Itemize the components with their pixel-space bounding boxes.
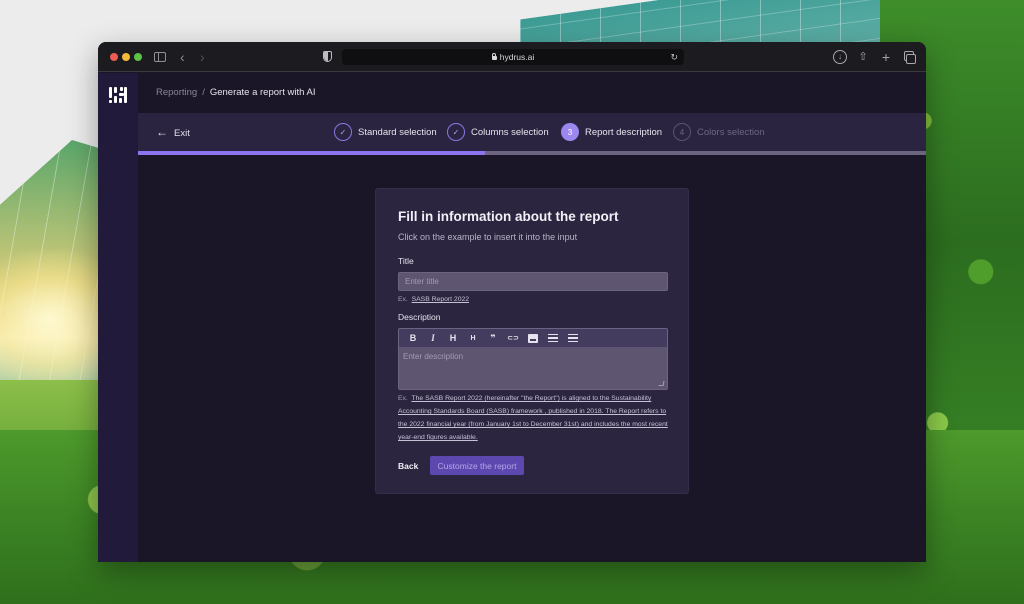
step-report-description[interactable]: 3 Report description <box>561 122 662 142</box>
title-input[interactable] <box>398 272 668 291</box>
check-icon: ✓ <box>447 123 465 141</box>
heading-large-icon[interactable]: H <box>443 330 463 346</box>
description-input[interactable] <box>399 347 667 389</box>
title-label: Title <box>398 256 414 266</box>
lock-icon <box>491 53 497 60</box>
app-sidebar <box>98 73 138 562</box>
step-columns-selection[interactable]: ✓ Columns selection <box>447 122 549 142</box>
app-root: Reporting / Generate a report with AI ← Exi… <box>98 73 926 562</box>
description-example-link[interactable]: The SASB Report 2022 (hereinafter "the R… <box>398 395 668 441</box>
card-title: Fill in information about the report <box>398 209 619 224</box>
breadcrumb: Reporting / Generate a report with AI <box>156 73 315 113</box>
step-number-badge: 3 <box>561 123 579 141</box>
share-icon[interactable]: ⇧ <box>856 50 870 64</box>
reload-icon[interactable]: ↻ <box>670 49 678 65</box>
exit-label: Exit <box>174 128 190 139</box>
browser-window: ‹ › hydrus.ai ↻ ↓ ⇧ + Reporting / Genera… <box>98 42 926 562</box>
title-example-link[interactable]: SASB Report 2022 <box>412 296 469 303</box>
arrow-left-icon: ← <box>156 125 168 139</box>
description-editor: B I H H ❞ ⊂⊃ <box>398 328 668 390</box>
image-icon[interactable] <box>523 330 543 346</box>
breadcrumb-reporting-link[interactable]: Reporting <box>156 87 197 98</box>
step-number-badge: 4 <box>673 123 691 141</box>
numbered-list-icon[interactable] <box>563 330 583 346</box>
chevron-right-icon[interactable]: › <box>200 42 205 72</box>
step-colors-selection[interactable]: 4 Colors selection <box>673 122 765 142</box>
description-label: Description <box>398 312 441 322</box>
close-window-button[interactable] <box>110 53 118 61</box>
address-bar-text: hydrus.ai <box>342 49 684 65</box>
url-value: hydrus.ai <box>499 52 535 62</box>
wizard-stepper: ← Exit ✓ Standard selection ✓ Columns sel… <box>138 113 926 151</box>
description-example: Ex. The SASB Report 2022 (hereinafter "t… <box>398 392 670 444</box>
plus-icon[interactable]: + <box>879 50 893 64</box>
title-example: Ex. SASB Report 2022 <box>398 293 469 306</box>
app-header: Reporting / Generate a report with AI <box>138 73 926 113</box>
resize-handle-icon[interactable] <box>658 381 665 386</box>
sidebar-toggle-icon[interactable] <box>154 52 166 62</box>
italic-icon[interactable]: I <box>423 330 443 346</box>
customize-report-button[interactable]: Customize the report <box>430 456 524 475</box>
step-label: Report description <box>585 126 663 138</box>
example-prefix: Ex. <box>398 296 408 303</box>
example-prefix: Ex. <box>398 395 408 402</box>
maximize-window-button[interactable] <box>134 53 142 61</box>
bold-icon[interactable]: B <box>403 330 423 346</box>
step-label: Colors selection <box>697 126 765 138</box>
browser-toolbar: ‹ › hydrus.ai ↻ ↓ ⇧ + <box>98 42 926 72</box>
shield-icon[interactable] <box>323 51 332 62</box>
link-icon[interactable]: ⊂⊃ <box>503 330 523 346</box>
wizard-progress-bar <box>138 151 926 155</box>
hydrus-logo-icon[interactable] <box>109 87 127 105</box>
exit-button[interactable]: ← Exit <box>156 113 190 153</box>
download-icon[interactable]: ↓ <box>833 50 847 64</box>
editor-toolbar: B I H H ❞ ⊂⊃ <box>399 329 667 347</box>
address-bar[interactable]: hydrus.ai ↻ <box>342 49 684 65</box>
tabs-overview-icon[interactable] <box>902 50 916 64</box>
quote-icon[interactable]: ❞ <box>483 330 503 346</box>
wizard-progress-fill <box>138 151 485 155</box>
breadcrumb-current: Generate a report with AI <box>209 87 316 98</box>
back-button[interactable]: Back <box>398 461 418 471</box>
heading-small-icon[interactable]: H <box>463 330 483 346</box>
check-icon: ✓ <box>334 123 352 141</box>
card-subtitle: Click on the example to insert it into t… <box>398 232 578 242</box>
report-info-card: Fill in information about the report Cli… <box>375 188 689 494</box>
chevron-left-icon[interactable]: ‹ <box>180 42 185 72</box>
step-label: Columns selection <box>471 126 549 138</box>
minimize-window-button[interactable] <box>122 53 130 61</box>
breadcrumb-separator: / <box>202 87 205 98</box>
step-standard-selection[interactable]: ✓ Standard selection <box>334 122 437 142</box>
bullet-list-icon[interactable] <box>543 330 563 346</box>
step-label: Standard selection <box>358 126 437 138</box>
